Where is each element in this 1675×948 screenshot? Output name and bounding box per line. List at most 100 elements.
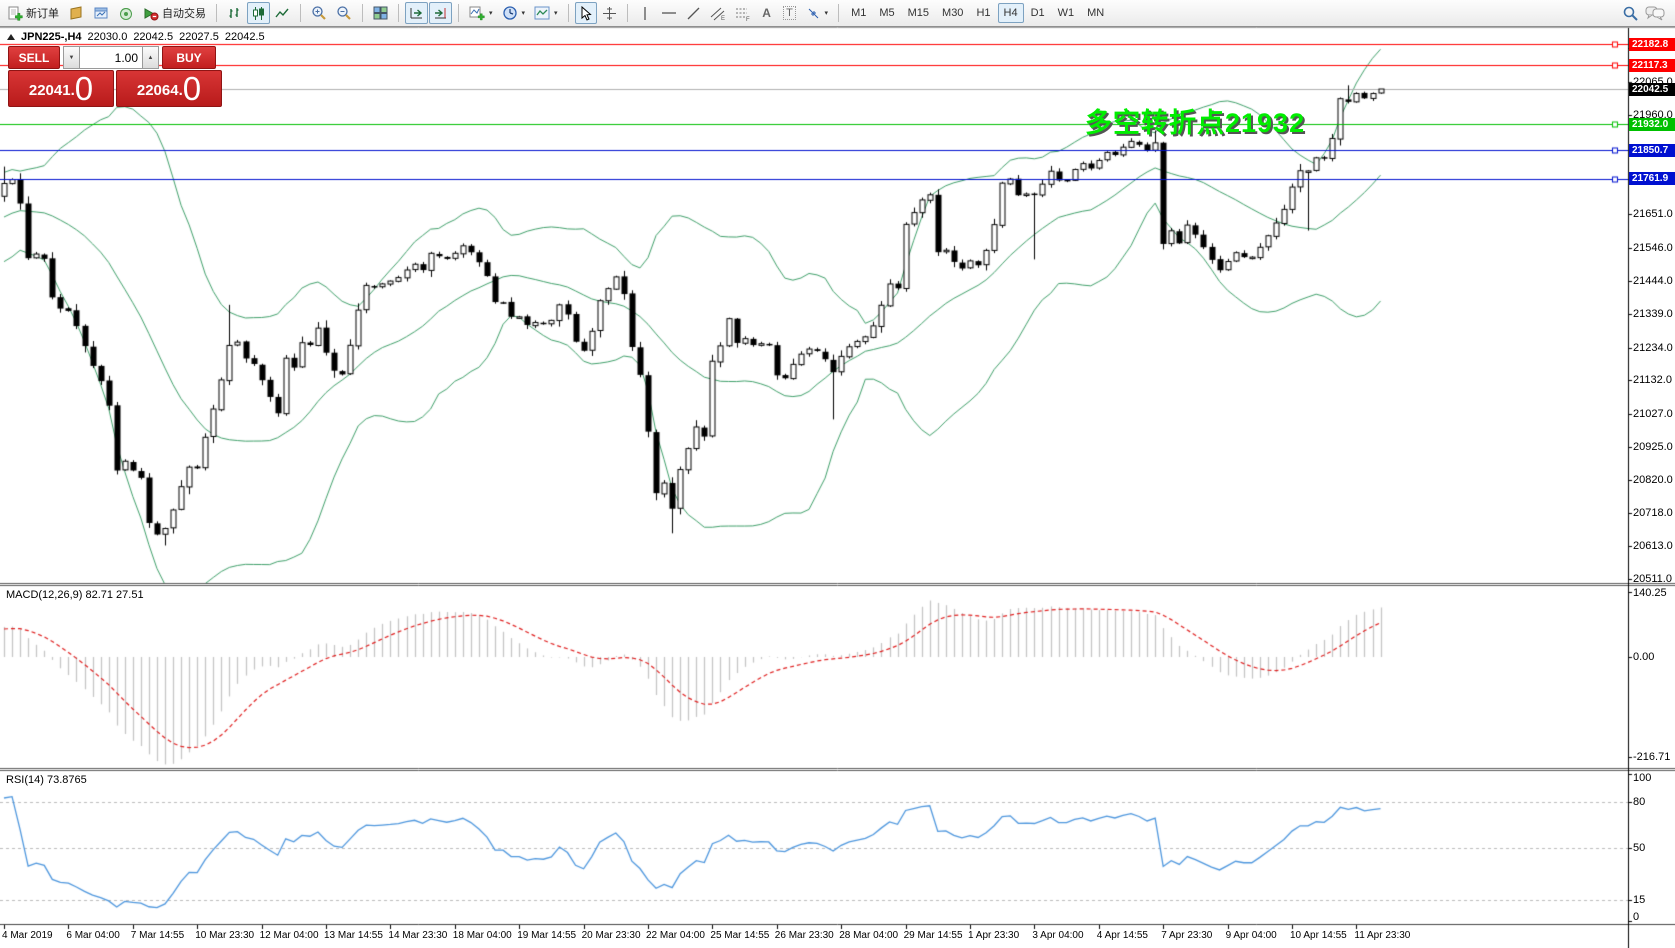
fibonacci-button[interactable]: F	[731, 2, 755, 24]
rsi-axis-label: 80	[1633, 796, 1645, 808]
candlestick-chart-button[interactable]	[247, 2, 270, 24]
new-order-icon	[8, 6, 23, 21]
zoom-in-button[interactable]	[307, 2, 331, 24]
bar-chart-button[interactable]	[223, 2, 246, 24]
svg-text:E: E	[721, 16, 725, 21]
vertical-line-icon	[640, 6, 650, 21]
horizontal-line-button[interactable]	[657, 2, 681, 24]
sell-button[interactable]: SELL	[8, 46, 60, 69]
search-icon[interactable]	[1622, 5, 1639, 22]
templates-caret-icon: ▾	[554, 9, 558, 17]
hline-price-tag: 22182.8	[1629, 38, 1675, 51]
text-button[interactable]: A	[756, 2, 778, 24]
timeframe-m30-button[interactable]: M30	[936, 3, 969, 23]
timeframe-mn-button[interactable]: MN	[1081, 3, 1110, 23]
periods-button[interactable]: ▾	[498, 2, 530, 24]
arrows-button[interactable]: ▾	[802, 2, 833, 24]
time-axis-label: 10 Mar 23:30	[195, 930, 254, 941]
chart-shift-button[interactable]	[429, 2, 452, 24]
text-label-button[interactable]: T	[779, 2, 801, 24]
chart-shift-icon	[433, 6, 448, 20]
rsi-axis-label: 100	[1633, 772, 1651, 784]
equidistant-channel-icon: E	[710, 6, 726, 21]
time-axis-label: 9 Apr 04:00	[1226, 930, 1277, 941]
bar-chart-icon	[227, 6, 242, 21]
toolbar-separator	[838, 4, 839, 22]
toolbar-separator	[458, 4, 459, 22]
time-axis-label: 18 Mar 04:00	[453, 930, 512, 941]
price-axis-label: 21132.0	[1633, 374, 1672, 386]
autotrading-label: 自动交易	[162, 5, 206, 21]
spin-up-icon: ▲	[148, 55, 154, 61]
new-order-button[interactable]: 新订单	[4, 2, 63, 24]
volume-decrease-button[interactable]: ▼	[63, 46, 80, 69]
volume-increase-button[interactable]: ▲	[142, 46, 159, 69]
equidistant-channel-button[interactable]: E	[706, 2, 730, 24]
price-axis-label: 21651.0	[1633, 208, 1673, 220]
line-chart-button[interactable]	[271, 2, 294, 24]
time-axis-label: 7 Mar 14:55	[131, 930, 184, 941]
one-click-trading-panel: SELL ▼ 1.00 ▲ BUY 22041.0 22064.0	[8, 46, 222, 107]
timeframe-h4-button[interactable]: H4	[998, 3, 1024, 23]
time-axis-label: 7 Apr 23:30	[1161, 930, 1212, 941]
time-axis-label: 26 Mar 23:30	[775, 930, 834, 941]
templates-icon	[534, 6, 550, 20]
zoom-in-icon	[311, 5, 327, 21]
indicators-button[interactable]: ▾	[465, 2, 497, 24]
chat-icon[interactable]	[1645, 5, 1665, 21]
tile-windows-button[interactable]	[369, 2, 392, 24]
profiles-icon	[93, 6, 109, 20]
timeframe-d1-button[interactable]: D1	[1025, 3, 1051, 23]
macd-axis-label: 140.25	[1633, 587, 1667, 599]
price-axis-label: 21234.0	[1633, 342, 1673, 354]
low-value: 22027.5	[179, 31, 219, 43]
zoom-out-button[interactable]	[332, 2, 356, 24]
auto-scroll-button[interactable]	[405, 2, 428, 24]
fibonacci-icon: F	[735, 6, 751, 21]
price-axis-label: 21339.0	[1633, 308, 1673, 320]
profiles-button[interactable]	[89, 2, 113, 24]
sell-price-main: 22041	[29, 78, 71, 104]
macd-axis-label: 0.00	[1633, 651, 1654, 663]
timeframe-m5-button[interactable]: M5	[873, 3, 900, 23]
chart-canvas[interactable]	[0, 0, 1675, 948]
time-axis-label: 1 Apr 23:30	[968, 930, 1019, 941]
buy-button[interactable]: BUY	[162, 46, 216, 69]
time-axis-label: 13 Mar 14:55	[324, 930, 383, 941]
collapse-icon[interactable]	[7, 34, 15, 40]
price-axis-label: 21546.0	[1633, 242, 1673, 254]
time-axis-label: 4 Apr 14:55	[1097, 930, 1148, 941]
price-axis-label: 20613.0	[1633, 540, 1673, 552]
time-axis-label: 3 Apr 04:00	[1032, 930, 1083, 941]
trendline-icon	[686, 6, 701, 21]
timeframe-h1-button[interactable]: H1	[970, 3, 996, 23]
new-chart-button[interactable]	[64, 2, 88, 24]
time-axis-label: 14 Mar 23:30	[388, 930, 447, 941]
auto-scroll-icon	[409, 6, 424, 20]
timeframe-m1-button[interactable]: M1	[845, 3, 872, 23]
autotrading-button[interactable]: 自动交易	[139, 2, 210, 24]
rsi-axis-label: 0	[1633, 911, 1639, 923]
templates-button[interactable]: ▾	[530, 2, 562, 24]
time-axis-label: 25 Mar 14:55	[710, 930, 769, 941]
timeframe-w1-button[interactable]: W1	[1052, 3, 1081, 23]
toolbar-separator	[568, 4, 569, 22]
cursor-button[interactable]	[575, 2, 597, 24]
spin-down-icon: ▼	[69, 55, 75, 61]
signals-button[interactable]	[114, 2, 138, 24]
arrows-caret-icon: ▾	[825, 9, 829, 17]
arrows-icon	[806, 6, 821, 20]
trendline-button[interactable]	[682, 2, 705, 24]
rsi-axis-label: 15	[1633, 894, 1645, 906]
vertical-line-button[interactable]	[634, 2, 656, 24]
open-value: 22030.0	[88, 31, 128, 43]
crosshair-button[interactable]	[598, 2, 621, 24]
toolbar-separator	[627, 4, 628, 22]
buy-price-box[interactable]: 22064.0	[116, 70, 222, 107]
text-label-icon: T	[783, 6, 796, 20]
timeframe-m15-button[interactable]: M15	[902, 3, 935, 23]
volume-input[interactable]: 1.00	[80, 46, 142, 69]
sell-price-frac: 0	[75, 74, 93, 104]
candlestick-chart-icon	[251, 6, 266, 21]
sell-price-box[interactable]: 22041.0	[8, 70, 114, 107]
